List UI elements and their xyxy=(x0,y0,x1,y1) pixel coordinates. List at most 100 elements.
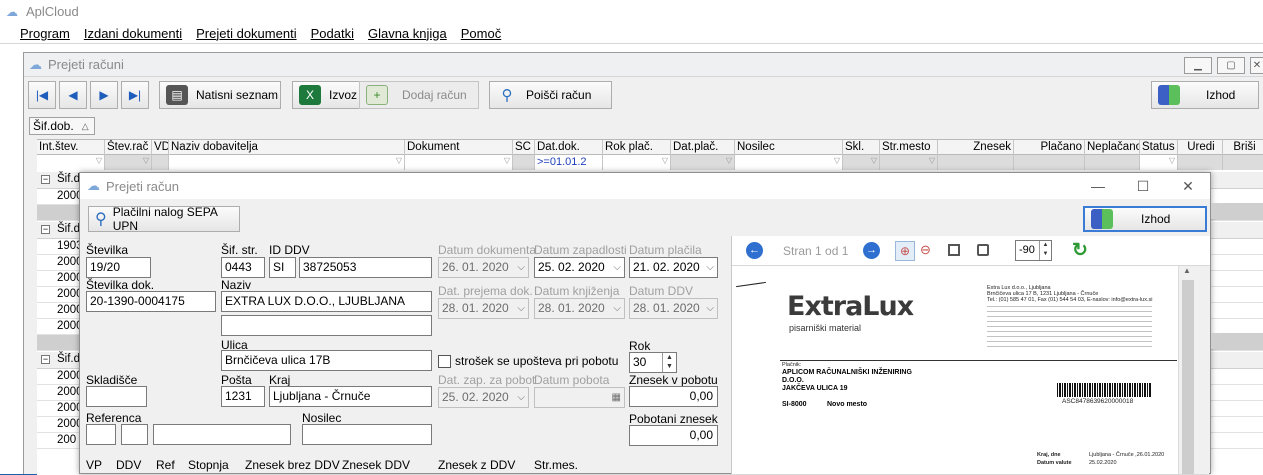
dialog-close-button[interactable]: ✕ xyxy=(1178,178,1198,195)
filter-naziv[interactable]: ▽ xyxy=(169,155,405,170)
search-invoice-button[interactable]: ⚲ Poišči račun xyxy=(489,81,612,109)
posta-field[interactable]: 1231 xyxy=(221,386,265,407)
col-placano[interactable]: Plačano xyxy=(1014,140,1085,155)
next-record-button[interactable]: ▶ xyxy=(90,81,118,109)
datum-zapadlosti-picker[interactable]: 25. 02. 2020 ⌵ xyxy=(534,257,625,278)
col-znesek[interactable]: Znesek xyxy=(938,140,1014,155)
col-dat-plac[interactable]: Dat.plač. xyxy=(671,140,735,155)
col-dokument[interactable]: Dokument xyxy=(405,140,513,155)
prev-record-button[interactable]: ◀ xyxy=(59,81,87,109)
dat-zap-pobot-picker[interactable]: 25. 02. 2020 ⌵ xyxy=(438,387,529,408)
pobotani-znesek-field[interactable]: 0,00 xyxy=(629,425,718,446)
col-sc[interactable]: SC xyxy=(513,140,535,155)
zoom-in-icon[interactable]: ⊕ xyxy=(895,241,915,261)
menu-glavna-knjiga[interactable]: Glavna knjiga xyxy=(368,26,447,41)
sif-str-field[interactable]: 0443 xyxy=(221,257,265,278)
rok-stepper[interactable]: 30 ▲ ▼ xyxy=(629,352,677,373)
filter-status[interactable]: ▽ xyxy=(1140,155,1178,170)
datum-knjizenja-picker[interactable]: 28. 01. 2020 ⌵ xyxy=(534,298,625,319)
filter-sc[interactable] xyxy=(513,155,535,170)
id-ddv-prefix-field[interactable]: SI xyxy=(269,257,296,278)
dialog-exit-button[interactable]: Izhod xyxy=(1083,206,1207,232)
collapse-icon[interactable]: − xyxy=(41,225,50,234)
col-str-mesto[interactable]: Str.mesto xyxy=(880,140,938,155)
last-record-button[interactable]: ▶| xyxy=(121,81,149,109)
collapse-icon[interactable]: − xyxy=(41,175,50,184)
print-list-button[interactable]: ▤ Natisni seznam xyxy=(159,81,281,109)
col-vd[interactable]: VD xyxy=(152,140,169,155)
stevilka-field[interactable]: 19/20 xyxy=(86,257,151,278)
col-stev-rac[interactable]: Štev.rač xyxy=(105,140,152,155)
col-dat-dok[interactable]: Dat.dok. xyxy=(535,140,603,155)
filter-nosilec[interactable]: ▽ xyxy=(735,155,843,170)
scroll-thumb[interactable] xyxy=(1182,280,1194,474)
ulica-field[interactable]: Brnčičeva ulica 17B xyxy=(221,350,432,371)
zoom-out-icon[interactable]: ⊖ xyxy=(920,242,931,258)
datum-placila-picker[interactable]: 21. 02. 2020 ⌵ xyxy=(629,257,718,278)
znesek-v-pobotu-field[interactable]: 0,00 xyxy=(629,386,718,407)
col-uredi[interactable]: Uredi xyxy=(1178,140,1223,155)
skladisce-field[interactable] xyxy=(86,386,147,407)
export-button[interactable]: X Izvoz xyxy=(292,81,362,109)
col-neplacano[interactable]: Neplačano xyxy=(1085,140,1140,155)
referenca-field-1[interactable] xyxy=(86,424,116,445)
group-by-chip[interactable]: Šif.dob. △ xyxy=(29,117,95,135)
datum-dokumenta-picker[interactable]: 26. 01. 2020 ⌵ xyxy=(438,257,529,278)
col-skl[interactable]: Skl. xyxy=(843,140,880,155)
rotation-field[interactable]: -90 ▲ ▼ xyxy=(1015,240,1052,261)
dialog-maximize-button[interactable]: ☐ xyxy=(1133,178,1153,195)
prev-page-icon[interactable]: ← xyxy=(746,242,763,259)
col-naziv-dobavitelja[interactable]: Naziv dobavitelja xyxy=(169,140,405,155)
filter-dokument[interactable]: ▽ xyxy=(405,155,513,170)
filter-stev-rac[interactable]: ▽ xyxy=(105,155,152,170)
datum-ddv-picker[interactable]: 28. 01. 2020 ⌵ xyxy=(629,298,718,319)
filter-znesek[interactable] xyxy=(938,155,1014,170)
stepper-arrows-icon[interactable]: ▲ ▼ xyxy=(1039,241,1051,260)
filter-placano[interactable] xyxy=(1014,155,1085,170)
filter-skl[interactable]: ▽ xyxy=(843,155,880,170)
referenca-field-3[interactable] xyxy=(153,424,291,445)
kraj-field[interactable]: Ljubljana - Črnuče xyxy=(269,386,432,407)
filter-rok-plac[interactable]: ▽ xyxy=(603,155,671,170)
list-exit-button[interactable]: Izhod xyxy=(1151,81,1259,109)
filter-dat-dok[interactable]: >=01.01.2 xyxy=(535,155,603,170)
filter-vd[interactable] xyxy=(152,155,169,170)
menu-program[interactable]: Program xyxy=(20,26,70,41)
col-brisi[interactable]: Briši xyxy=(1223,140,1263,155)
dialog-minimize-button[interactable]: — xyxy=(1088,178,1108,194)
stevilka-dok-field[interactable]: 20-1390-0004175 xyxy=(86,291,216,312)
menu-pomoc[interactable]: Pomoč xyxy=(461,26,501,41)
nosilec-field[interactable] xyxy=(302,424,432,445)
add-invoice-button[interactable]: + Dodaj račun xyxy=(359,81,479,109)
stepper-arrows-icon[interactable]: ▲ ▼ xyxy=(662,353,676,372)
col-nosilec[interactable]: Nosilec xyxy=(735,140,843,155)
collapse-icon[interactable]: − xyxy=(41,355,50,364)
filter-str-mesto[interactable]: ▽ xyxy=(880,155,938,170)
menu-prejeti-dokumenti[interactable]: Prejeti dokumenti xyxy=(196,26,296,41)
dat-prejema-picker[interactable]: 28. 01. 2020 ⌵ xyxy=(438,298,529,319)
filter-int-stev[interactable]: ▽ xyxy=(37,155,105,170)
naziv2-field[interactable] xyxy=(221,315,432,336)
rotate-icon[interactable]: ↻ xyxy=(1072,239,1088,262)
preview-scrollbar[interactable]: ▲ xyxy=(1178,266,1208,474)
datum-pobota-picker[interactable]: ▦ xyxy=(534,387,625,408)
filter-dat-plac[interactable]: ▽ xyxy=(671,155,735,170)
maximize-button[interactable]: ▢ xyxy=(1217,57,1245,74)
filter-neplacano[interactable] xyxy=(1085,155,1140,170)
scroll-up-icon[interactable]: ▲ xyxy=(1183,266,1191,275)
first-record-button[interactable]: |◀ xyxy=(28,81,56,109)
naziv-field[interactable]: EXTRA LUX D.O.O., LJUBLJANA xyxy=(221,291,432,312)
col-status[interactable]: Status xyxy=(1140,140,1178,155)
fit-width-icon[interactable] xyxy=(977,244,989,256)
col-rok-plac[interactable]: Rok plač. xyxy=(603,140,671,155)
menu-podatki[interactable]: Podatki xyxy=(311,26,354,41)
strosek-checkbox[interactable] xyxy=(438,354,451,368)
strosek-checkbox-row[interactable]: strošek se upošteva pri pobotu xyxy=(438,354,618,368)
id-ddv-field[interactable]: 38725053 xyxy=(299,257,432,278)
sepa-upn-button[interactable]: ⚲ Plačilni nalog SEPA UPN xyxy=(88,205,240,233)
col-int-stev[interactable]: Int.štev. xyxy=(37,140,105,155)
close-button[interactable]: ✕ xyxy=(1250,57,1263,74)
minimize-button[interactable]: ▁ xyxy=(1184,57,1212,74)
fit-page-icon[interactable] xyxy=(948,244,960,256)
next-page-icon[interactable]: → xyxy=(863,242,880,259)
